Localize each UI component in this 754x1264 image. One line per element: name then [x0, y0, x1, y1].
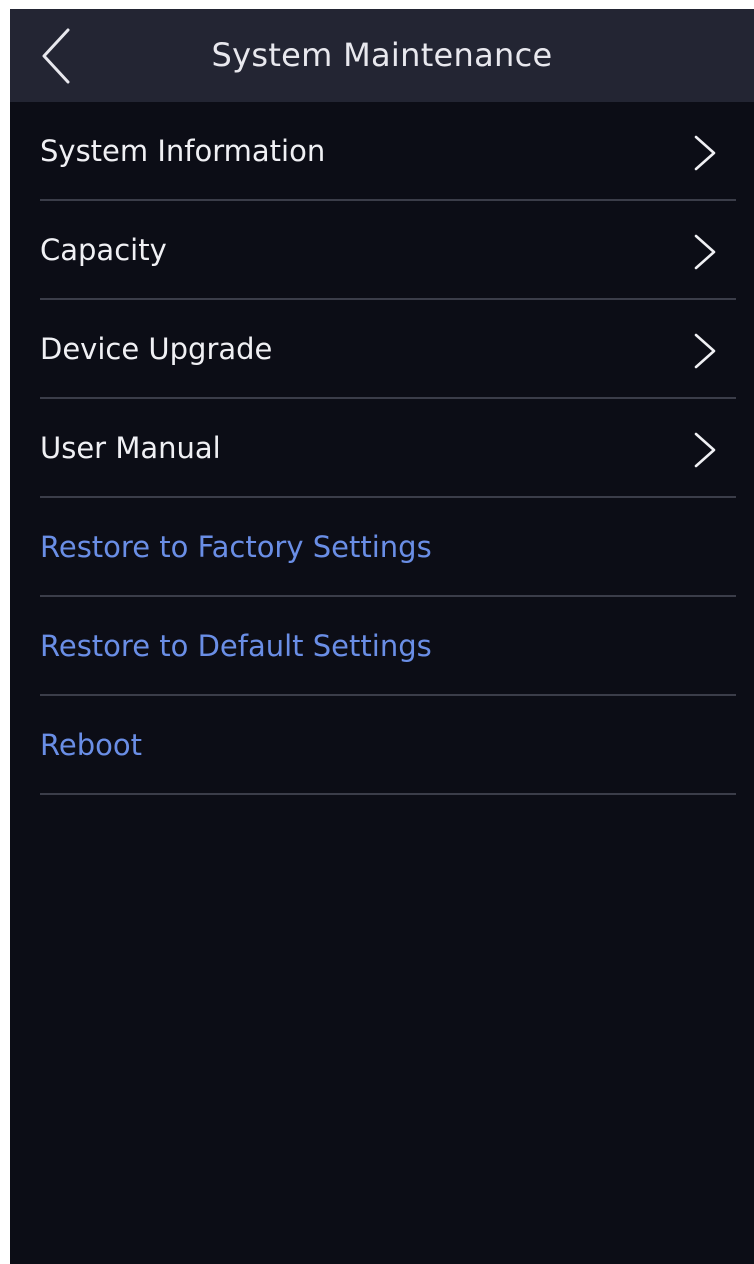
chevron-right-icon: [694, 432, 716, 468]
divider: [40, 793, 736, 795]
chevron-left-icon: [42, 28, 70, 84]
restore-factory-settings-button[interactable]: Restore to Factory Settings: [10, 498, 754, 597]
restore-default-settings-button[interactable]: Restore to Default Settings: [10, 597, 754, 696]
chevron-right-icon: [694, 135, 716, 171]
back-button[interactable]: [28, 23, 88, 89]
menu-list: System Information Capacity Device Upgra…: [10, 102, 754, 795]
menu-item-label: Restore to Default Settings: [40, 629, 432, 663]
menu-item-system-information[interactable]: System Information: [10, 102, 754, 201]
menu-item-capacity[interactable]: Capacity: [10, 201, 754, 300]
menu-item-label: Reboot: [40, 728, 142, 762]
reboot-button[interactable]: Reboot: [10, 696, 754, 795]
menu-item-user-manual[interactable]: User Manual: [10, 399, 754, 498]
page-title: System Maintenance: [211, 36, 553, 74]
menu-item-label: Restore to Factory Settings: [40, 530, 432, 564]
menu-item-label: System Information: [40, 134, 326, 168]
chevron-right-icon: [694, 333, 716, 369]
menu-item-label: Device Upgrade: [40, 332, 273, 366]
header-bar: System Maintenance: [10, 9, 754, 102]
menu-item-label: Capacity: [40, 233, 167, 267]
chevron-right-icon: [694, 234, 716, 270]
screen: System Maintenance System Information Ca…: [10, 9, 754, 1264]
menu-item-label: User Manual: [40, 431, 221, 465]
menu-item-device-upgrade[interactable]: Device Upgrade: [10, 300, 754, 399]
